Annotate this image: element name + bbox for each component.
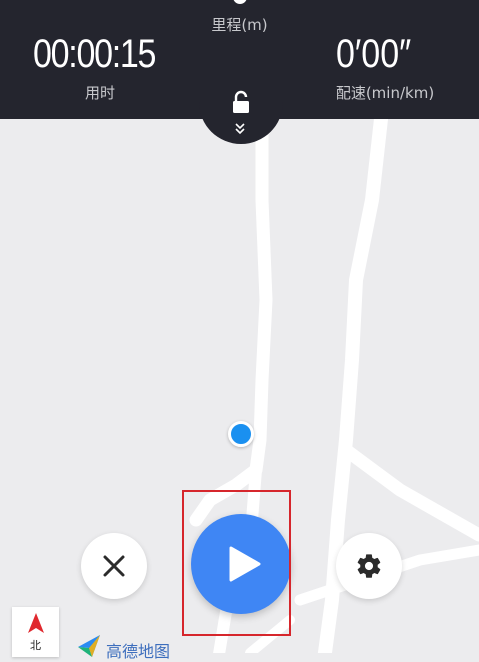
pace-value: 0′00″ bbox=[336, 32, 412, 76]
elapsed-time-label: 用时 bbox=[84, 84, 115, 102]
pace-label: 配速(min/km) bbox=[335, 84, 435, 102]
highlight-box bbox=[182, 490, 291, 636]
distance-indicator bbox=[233, 0, 247, 4]
elapsed-time-value: 00:00:15 bbox=[33, 32, 156, 76]
close-icon bbox=[103, 555, 125, 577]
amap-logo-icon bbox=[78, 635, 100, 657]
chevron-down-icon[interactable] bbox=[233, 122, 247, 136]
stop-button[interactable] bbox=[81, 533, 147, 599]
settings-button[interactable] bbox=[336, 533, 402, 599]
current-location-marker bbox=[228, 421, 254, 447]
compass-label: 北 bbox=[30, 639, 41, 652]
north-arrow-icon bbox=[28, 613, 44, 633]
lock-icon[interactable] bbox=[231, 90, 251, 114]
map-brand-text: 高德地图 bbox=[106, 642, 171, 661]
gear-icon bbox=[357, 554, 381, 578]
compass[interactable]: 北 bbox=[12, 607, 59, 657]
